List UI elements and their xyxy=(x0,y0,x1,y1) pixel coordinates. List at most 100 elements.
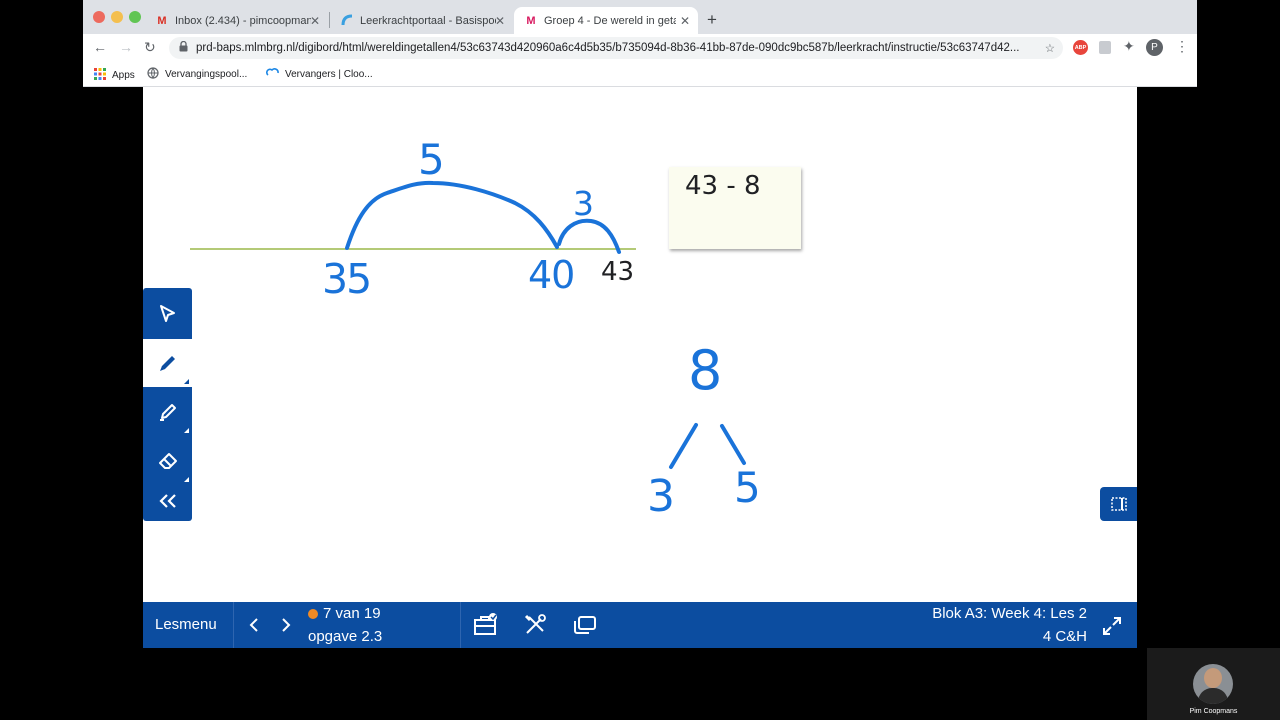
browser-menu-icon[interactable]: ⋮ xyxy=(1175,38,1189,55)
page-counter: 7 van 19 xyxy=(323,605,381,622)
bookmark-vervangingspool[interactable]: Vervangingspool... xyxy=(147,67,247,82)
windows-icon xyxy=(574,616,596,634)
whiteboard-canvas[interactable]: 5 3 35 40 43 8 3 5 xyxy=(143,87,1137,602)
tab-basispoort[interactable]: Leerkrachtportaal - Basispoort ✕ xyxy=(330,7,513,34)
tab-title: Groep 4 - De wereld in getallen xyxy=(544,14,676,27)
minimize-window-button[interactable] xyxy=(111,11,123,23)
adblock-label: ABP xyxy=(1074,44,1087,51)
marker-tool-button[interactable] xyxy=(143,388,192,436)
tab-wereld-in-getallen[interactable]: M Groep 4 - De wereld in getallen ✕ xyxy=(514,7,698,34)
bookmark-star-icon[interactable]: ☆ xyxy=(1045,41,1055,55)
close-tab-icon[interactable]: ✕ xyxy=(495,14,505,28)
new-tab-icon[interactable]: + xyxy=(707,10,717,30)
next-page-button[interactable] xyxy=(281,617,291,638)
avatar xyxy=(1193,664,1233,704)
globe-icon xyxy=(147,67,159,82)
webcam-tile: Pim Coopmans xyxy=(1147,648,1280,720)
jump-arc-small xyxy=(557,218,621,254)
panel-icon xyxy=(1110,497,1127,511)
split-branch-left xyxy=(669,423,698,469)
close-window-button[interactable] xyxy=(93,11,105,23)
browser-toolbar: ← → ↻ prd-baps.mlmbrg.nl/digibord/html/w… xyxy=(83,34,1197,62)
previous-page-button[interactable] xyxy=(249,617,259,638)
side-panel-button[interactable] xyxy=(1100,487,1137,521)
drawing-toolbar xyxy=(143,288,192,521)
avatar-face xyxy=(1204,668,1222,688)
tab-title: Inbox (2.434) - pimcoopmans2 xyxy=(175,14,311,27)
status-dot xyxy=(308,609,318,619)
eraser-tool-button[interactable] xyxy=(143,437,192,485)
bookmark-vervangers[interactable]: Vervangers | Cloo... xyxy=(266,67,373,82)
exercise-label: opgave 2.3 xyxy=(308,628,383,645)
bookmark-apps[interactable]: Apps xyxy=(94,68,135,83)
jump-arc-big xyxy=(345,180,559,250)
lock-icon xyxy=(179,40,188,55)
browser-window: M Inbox (2.434) - pimcoopmans2 ✕ Leerkra… xyxy=(83,0,1197,87)
tools-button[interactable] xyxy=(523,613,547,642)
number-40: 40 xyxy=(528,253,575,297)
gmail-icon: M xyxy=(157,14,167,27)
split-number-5: 5 xyxy=(734,463,761,512)
profile-initial: P xyxy=(1151,42,1158,53)
split-branch-right xyxy=(720,424,746,465)
bookmark-label: Vervangers | Cloo... xyxy=(285,69,373,80)
chevron-left-icon xyxy=(249,618,258,632)
number-35: 35 xyxy=(322,255,372,303)
lesson-title: Blok A3: Week 4: Les 2 xyxy=(932,605,1087,622)
pen-options-indicator xyxy=(184,379,189,384)
reload-icon[interactable]: ↻ xyxy=(144,39,156,56)
lesmenu-button[interactable]: Lesmenu xyxy=(155,616,217,633)
forward-icon[interactable]: → xyxy=(119,39,133,55)
tab-title: Leerkrachtportaal - Basispoort xyxy=(360,14,496,27)
jump-label-5: 5 xyxy=(418,135,445,184)
jump-label-3: 3 xyxy=(573,184,594,223)
toolbox-icon xyxy=(474,613,497,635)
windows-button[interactable] xyxy=(573,615,597,640)
double-chevron-left-icon xyxy=(158,494,176,508)
group-label: 4 C&H xyxy=(1042,628,1087,645)
select-tool-button[interactable] xyxy=(143,290,192,338)
number-line-label-43: 43 xyxy=(601,257,635,287)
profile-avatar[interactable]: P xyxy=(1146,39,1163,56)
collapse-toolbar-button[interactable] xyxy=(143,482,192,520)
extension-icon[interactable] xyxy=(1099,41,1111,54)
puzzle-extensions-icon[interactable]: ✦ xyxy=(1123,38,1135,55)
handwriting-layer xyxy=(190,167,767,469)
bookmark-label: Vervangingspool... xyxy=(165,69,248,80)
cloud-icon xyxy=(266,67,279,82)
adblock-extension-icon[interactable]: ABP xyxy=(1073,40,1088,55)
back-icon[interactable]: ← xyxy=(93,39,107,55)
split-number-8: 8 xyxy=(688,339,723,402)
task-card[interactable]: 43 - 8 xyxy=(669,167,801,249)
task-sum: 43 - 8 xyxy=(685,171,761,201)
eraser-icon xyxy=(158,453,177,469)
malmberg-icon: M xyxy=(526,14,536,27)
expand-icon xyxy=(1103,617,1121,635)
fullscreen-button[interactable] xyxy=(1101,615,1123,642)
maximize-window-button[interactable] xyxy=(129,11,141,23)
apps-grid-icon xyxy=(94,68,106,83)
chevron-right-icon xyxy=(282,618,291,632)
tab-gmail[interactable]: M Inbox (2.434) - pimcoopmans2 ✕ xyxy=(145,7,328,34)
basispoort-icon xyxy=(340,14,354,28)
bookmark-label: Apps xyxy=(112,70,135,81)
avatar-body xyxy=(1198,688,1228,704)
tools-icon xyxy=(524,614,546,634)
split-number-3: 3 xyxy=(647,471,675,522)
marker-options-indicator xyxy=(184,428,189,433)
close-tab-icon[interactable]: ✕ xyxy=(680,14,690,28)
bar-divider xyxy=(460,602,461,648)
tab-strip: M Inbox (2.434) - pimcoopmans2 ✕ Leerkra… xyxy=(83,0,1197,34)
participant-name: Pim Coopmans xyxy=(1189,708,1238,715)
address-bar[interactable]: prd-baps.mlmbrg.nl/digibord/html/wereldi… xyxy=(169,37,1063,59)
cursor-arrow-icon xyxy=(159,305,175,322)
toolbox-button[interactable] xyxy=(473,612,499,643)
bookmarks-bar: Apps Vervangingspool... Vervangers | Clo… xyxy=(83,62,1197,87)
pen-icon xyxy=(159,356,175,371)
highlighter-icon xyxy=(159,404,176,421)
url-text: prd-baps.mlmbrg.nl/digibord/html/wereldi… xyxy=(196,42,1020,54)
bar-divider xyxy=(233,602,234,648)
close-tab-icon[interactable]: ✕ xyxy=(310,14,320,28)
pen-tool-button[interactable] xyxy=(143,339,192,387)
lesson-bottom-bar: Lesmenu 7 van 19 opgave 2.3 Blok A3: Wee… xyxy=(143,602,1137,648)
